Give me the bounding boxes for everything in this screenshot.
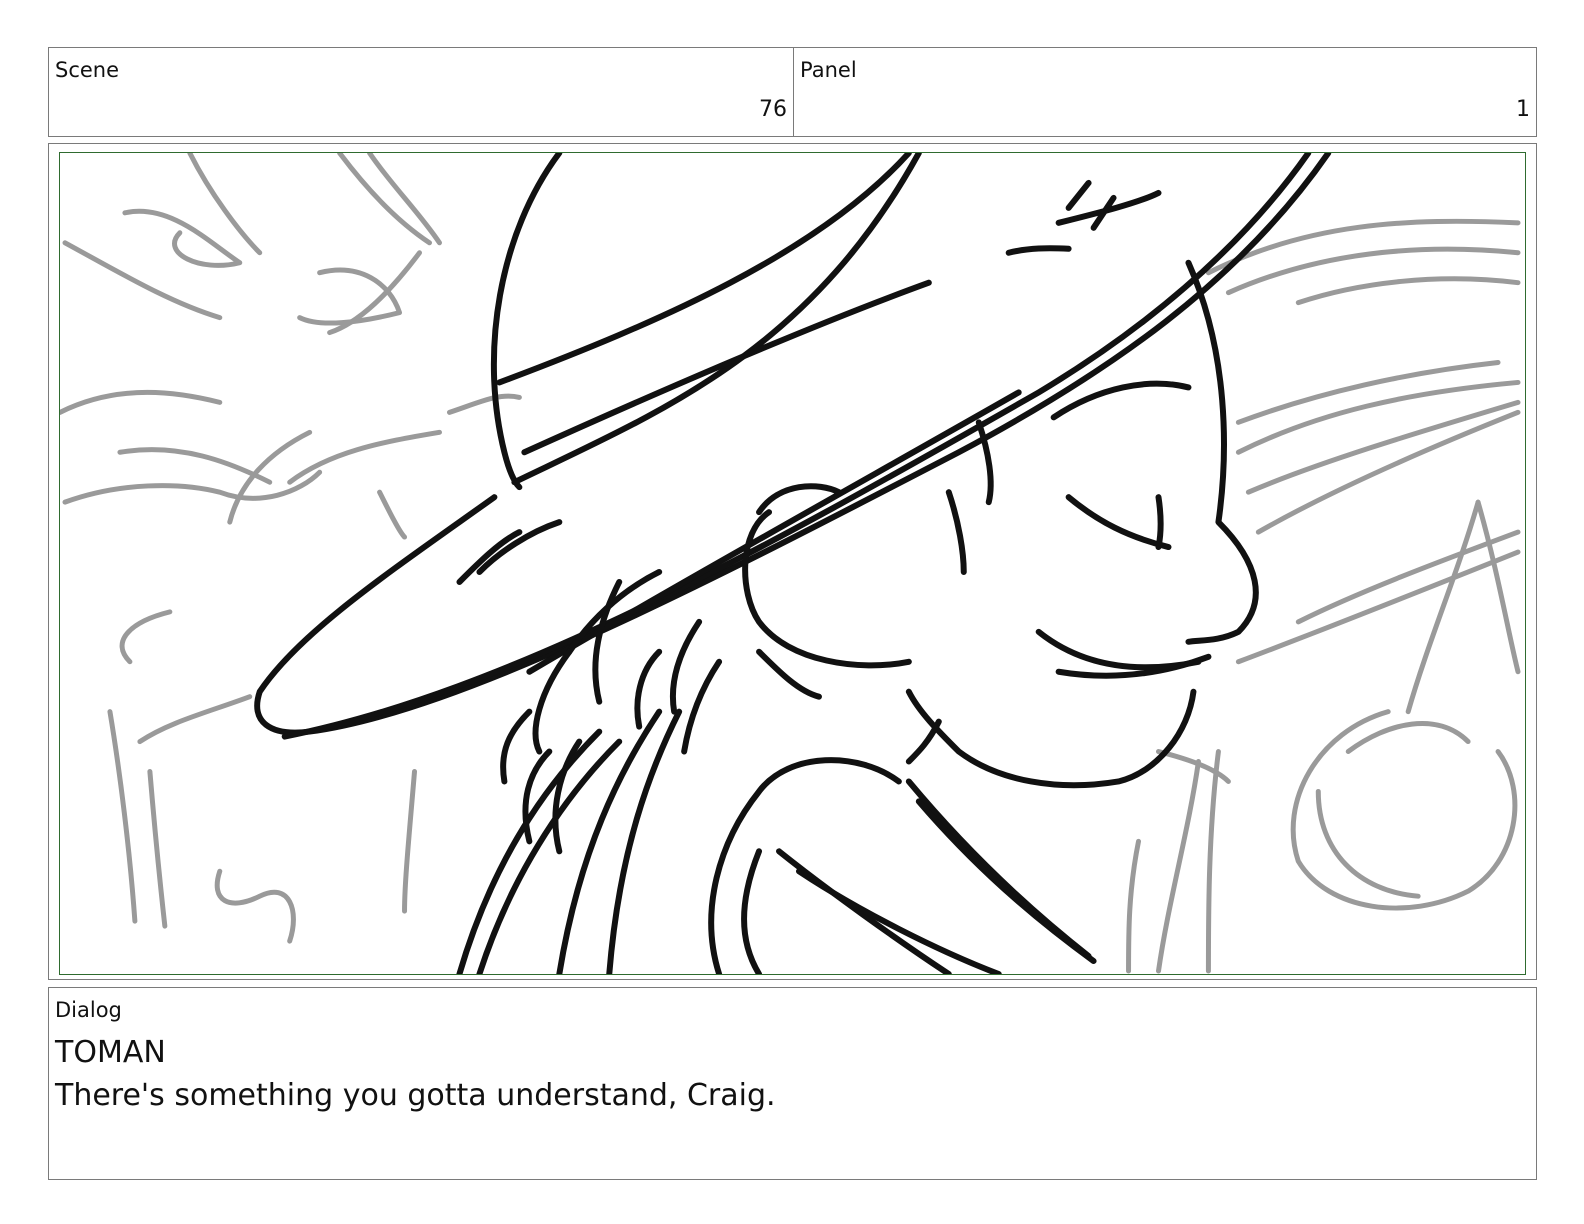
dialog-label: Dialog — [55, 998, 122, 1022]
panel-header: Scene 76 Panel 1 — [48, 47, 1537, 137]
panel-label: Panel — [800, 58, 857, 82]
scene-label: Scene — [55, 58, 120, 82]
dialog-line: There's something you gotta understand, … — [55, 1078, 776, 1113]
character-name: TOMAN — [55, 1035, 166, 1070]
safe-frame — [59, 152, 1526, 975]
scene-cell: Scene 76 — [49, 48, 794, 136]
dialog-box: Dialog TOMAN There's something you gotta… — [48, 987, 1537, 1180]
panel-number: 1 — [1516, 97, 1530, 122]
storyboard-panel — [48, 143, 1537, 980]
scene-number: 76 — [759, 97, 787, 122]
storyboard-sketch — [60, 153, 1521, 974]
panel-cell: Panel 1 — [794, 48, 1536, 136]
